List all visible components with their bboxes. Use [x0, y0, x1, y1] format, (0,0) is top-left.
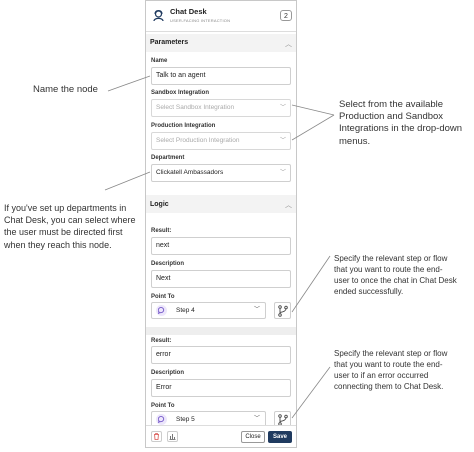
- annotation-department: If you've set up departments in Chat Des…: [4, 203, 136, 250]
- annotation-integrations: Select from the available Production and…: [339, 99, 463, 147]
- annotation-success: Specify the relevant step or flow that y…: [334, 254, 457, 296]
- annotation-error: Specify the relevant step or flow that y…: [334, 349, 448, 391]
- annotation-name-node: Name the node: [33, 84, 98, 95]
